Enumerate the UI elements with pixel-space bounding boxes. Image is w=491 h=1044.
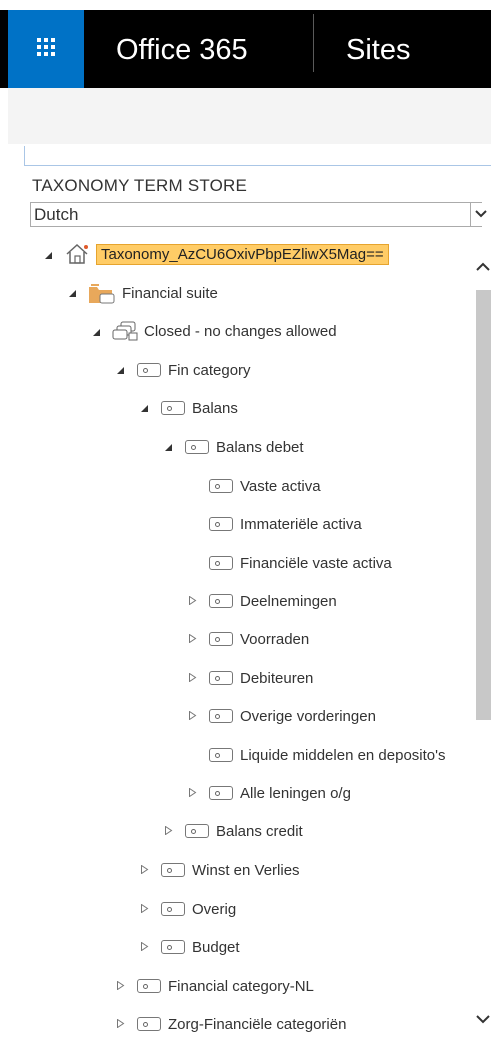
- tree-node-label: Balans debet: [216, 438, 304, 456]
- home-icon: [66, 243, 88, 264]
- tree-node-label: Alle leningen o/g: [240, 784, 351, 802]
- term-icon: [209, 632, 233, 646]
- scroll-down-icon[interactable]: [476, 1014, 490, 1024]
- term-set-icon: [112, 321, 138, 341]
- term-icon: [209, 748, 233, 762]
- term-icon: [185, 440, 209, 454]
- brand-link[interactable]: Office 365: [116, 34, 248, 67]
- tree-node-termset[interactable]: Closed - no changes allowed: [112, 320, 337, 342]
- term-icon: [209, 517, 233, 531]
- expand-icon[interactable]: [140, 904, 149, 913]
- tree-node-label: Taxonomy_AzCU6OxivPbpEZliwX5Mag==: [96, 243, 389, 265]
- tree-node-label: Immateriële activa: [240, 515, 362, 533]
- language-select[interactable]: Dutch: [30, 202, 491, 227]
- sites-link[interactable]: Sites: [346, 34, 410, 67]
- tree-node-label: Financial suite: [122, 284, 218, 302]
- expand-icon[interactable]: [164, 826, 173, 835]
- term-icon: [161, 863, 185, 877]
- tree-node-label: Overige vorderingen: [240, 707, 376, 725]
- term-icon: [209, 556, 233, 570]
- app-launcher-button[interactable]: [8, 10, 84, 88]
- tree-node-term[interactable]: Winst en Verlies: [161, 859, 300, 881]
- tree-node-label: Overig: [192, 900, 237, 918]
- term-icon: [209, 786, 233, 800]
- divider: [313, 14, 314, 72]
- tree-node-term[interactable]: Fin category: [137, 359, 251, 381]
- tree-node-term[interactable]: Deelnemingen: [209, 590, 337, 612]
- expand-icon[interactable]: [188, 596, 197, 605]
- tree-node-term[interactable]: Immateriële activa: [209, 513, 362, 535]
- collapse-icon[interactable]: [44, 251, 53, 260]
- expand-icon[interactable]: [140, 865, 149, 874]
- tree-node-term[interactable]: Vaste activa: [209, 475, 321, 497]
- tree-node-label: Balans: [192, 399, 238, 417]
- scroll-up-icon[interactable]: [476, 262, 490, 272]
- tree-node-term[interactable]: Financial category-NL: [137, 975, 314, 997]
- tree-node-term[interactable]: Zorg-Financiële categoriën: [137, 1013, 346, 1035]
- expand-icon[interactable]: [116, 1019, 125, 1028]
- tree-node-term[interactable]: Debiteuren: [209, 667, 313, 689]
- tree-node-label: Liquide middelen en deposito's: [240, 746, 446, 764]
- tree-node-label: Deelnemingen: [240, 592, 337, 610]
- chevron-down-icon[interactable]: [470, 203, 491, 226]
- ribbon: [8, 88, 491, 144]
- tree-node-label: Financiële vaste activa: [240, 554, 392, 572]
- expand-icon[interactable]: [116, 981, 125, 990]
- divider: [24, 146, 25, 166]
- tree-node-term[interactable]: Alle leningen o/g: [209, 782, 351, 804]
- collapse-icon[interactable]: [164, 443, 173, 452]
- tree-node-term[interactable]: Balans credit: [185, 820, 303, 842]
- term-icon: [137, 1017, 161, 1031]
- expand-icon[interactable]: [188, 788, 197, 797]
- tree-node-label: Zorg-Financiële categoriën: [168, 1015, 347, 1033]
- tree-node-term[interactable]: Overige vorderingen: [209, 705, 376, 727]
- term-icon: [209, 671, 233, 685]
- collapse-icon[interactable]: [92, 328, 101, 337]
- language-value: Dutch: [34, 205, 79, 224]
- tree-node-term[interactable]: Balans: [161, 397, 238, 419]
- expand-icon[interactable]: [188, 634, 197, 643]
- expand-icon[interactable]: [188, 711, 197, 720]
- term-icon: [209, 709, 233, 723]
- term-icon: [161, 902, 185, 916]
- term-icon: [137, 363, 161, 377]
- tree-node-label: Vaste activa: [240, 477, 321, 495]
- expand-icon[interactable]: [188, 673, 197, 682]
- term-icon: [209, 594, 233, 608]
- collapse-icon[interactable]: [116, 366, 125, 375]
- tree-node-term[interactable]: Liquide middelen en deposito's: [209, 744, 474, 766]
- tree-node-term[interactable]: Voorraden: [209, 628, 309, 650]
- collapse-icon[interactable]: [140, 404, 149, 413]
- tree-node-term[interactable]: Overig: [161, 898, 236, 920]
- expand-icon[interactable]: [140, 942, 149, 951]
- suite-bar: Office 365 Sites: [0, 10, 491, 88]
- tree-node-label: Budget: [192, 938, 240, 956]
- tree-node-label: Financial category-NL: [168, 977, 314, 995]
- folder-icon: [89, 284, 115, 304]
- tree-node-label: Winst en Verlies: [192, 861, 300, 879]
- tree-node-label: Closed - no changes allowed: [144, 322, 337, 340]
- tree-node-label: Fin category: [168, 361, 251, 379]
- collapse-icon[interactable]: [68, 289, 77, 298]
- panel-title: TAXONOMY TERM STORE: [32, 176, 248, 195]
- tree-node-term[interactable]: Budget: [161, 936, 240, 958]
- term-icon: [209, 479, 233, 493]
- tree-node-root[interactable]: Taxonomy_AzCU6OxivPbpEZliwX5Mag==: [64, 243, 389, 265]
- term-icon: [137, 979, 161, 993]
- term-icon: [161, 401, 185, 415]
- term-icon: [185, 824, 209, 838]
- tree-node-label: Balans credit: [216, 822, 303, 840]
- tree-node-term[interactable]: Financiële vaste activa: [209, 552, 392, 574]
- tree-node-term[interactable]: Balans debet: [185, 436, 304, 458]
- divider: [24, 165, 491, 166]
- waffle-icon: [37, 38, 55, 56]
- tree-node-label: Voorraden: [240, 630, 310, 648]
- tree-node-group[interactable]: Financial suite: [88, 282, 218, 304]
- scrollbar-thumb[interactable]: [476, 290, 491, 720]
- term-icon: [161, 940, 185, 954]
- tree-node-label: Debiteuren: [240, 669, 314, 687]
